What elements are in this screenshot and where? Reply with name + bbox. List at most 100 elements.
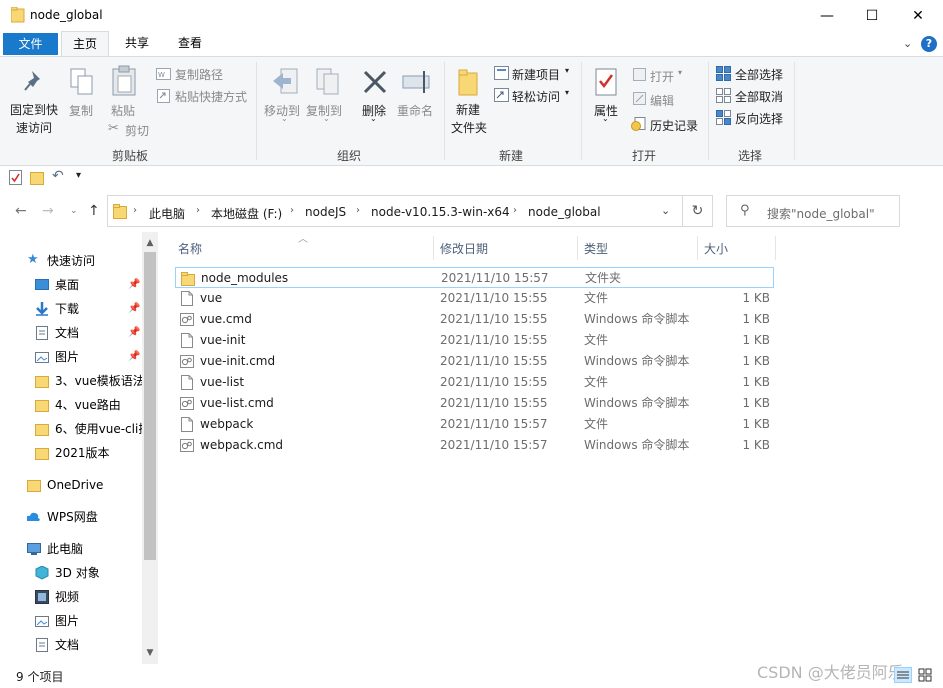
tab-view[interactable]: 查看 [167, 31, 213, 57]
paste-button[interactable]: 粘贴 [111, 102, 135, 119]
tab-share[interactable]: 共享 [114, 31, 160, 57]
table-row[interactable]: vue-list 2021/11/10 15:55 文件 1 KB [175, 372, 774, 393]
easy-access-button[interactable]: 轻松访问 [512, 88, 560, 105]
column-header-size[interactable]: 大小 [704, 240, 728, 257]
select-none-button[interactable]: 全部取消 [735, 88, 783, 105]
desktop-icon [35, 279, 49, 290]
nav-onedrive[interactable]: OneDrive [27, 474, 142, 496]
invert-selection-button[interactable]: 反向选择 [735, 110, 783, 127]
group-divider [444, 62, 445, 160]
up-icon[interactable]: ↑ [88, 203, 100, 219]
details-view-icon[interactable] [894, 667, 912, 683]
history-button[interactable]: 历史记录 [650, 117, 698, 134]
easy-access-dropdown-icon[interactable]: ▾ [565, 88, 569, 97]
group-divider [581, 62, 582, 160]
breadcrumb-node-dir[interactable]: node-v10.15.3-win-x64 [371, 205, 510, 219]
breadcrumb-separator-icon[interactable]: › [196, 205, 200, 216]
table-row[interactable]: node_modules 2021/11/10 15:57 文件夹 [175, 267, 774, 288]
large-icons-view-icon[interactable] [916, 667, 934, 683]
undo-icon[interactable]: ↶ [52, 168, 64, 184]
help-icon[interactable]: ? [921, 36, 937, 52]
column-divider[interactable] [775, 236, 776, 260]
nav-quick-access[interactable]: ★ 快速访问 [27, 250, 142, 272]
recent-locations-icon[interactable]: ⌄ [70, 206, 78, 216]
new-item-dropdown-icon[interactable]: ▾ [565, 66, 569, 75]
scroll-up-icon[interactable]: ▲ [142, 238, 158, 248]
properties-dropdown-icon[interactable]: ⌄ [602, 114, 609, 123]
address-history-dropdown-icon[interactable]: ⌄ [661, 204, 670, 217]
scrollbar-thumb[interactable] [144, 252, 156, 560]
column-header-name[interactable]: 名称 [178, 240, 202, 257]
rename-button[interactable]: 重命名 [397, 102, 433, 119]
copy-button[interactable]: 复制 [69, 102, 93, 119]
address-bar[interactable]: › 此电脑 › 本地磁盘 (F:) › nodeJS › node-v10.15… [107, 195, 683, 227]
breadcrumb-separator-icon[interactable]: › [133, 205, 137, 216]
nav-this-pc[interactable]: 此电脑 [27, 538, 142, 560]
new-item-button[interactable]: 新建项目 [512, 66, 560, 83]
breadcrumb-drive[interactable]: 本地磁盘 (F:) [211, 205, 282, 222]
table-row[interactable]: vue 2021/11/10 15:55 文件 1 KB [175, 288, 774, 309]
table-row[interactable]: vue-init 2021/11/10 15:55 文件 1 KB [175, 330, 774, 351]
nav-item-pictures[interactable]: 图片 [35, 610, 142, 632]
nav-item-folder[interactable]: 4、vue路由 [35, 394, 142, 416]
back-icon[interactable]: ← [15, 203, 27, 219]
nav-item-pictures[interactable]: 图片 📌 [35, 346, 142, 368]
search-input[interactable]: ⚲ 搜索"node_global" [726, 195, 900, 227]
nav-item-downloads[interactable]: 下载 📌 [35, 298, 142, 320]
column-divider[interactable] [433, 236, 434, 260]
paste-shortcut-button[interactable]: 粘贴快捷方式 [175, 88, 247, 105]
customize-toolbar-icon[interactable]: ▾ [76, 170, 81, 181]
file-type: Windows 命令脚本 [584, 396, 690, 410]
breadcrumb-separator-icon[interactable]: › [356, 205, 360, 216]
table-row[interactable]: vue.cmd 2021/11/10 15:55 Windows 命令脚本 1 KB [175, 309, 774, 330]
nav-wps-drive[interactable]: WPS网盘 [27, 506, 142, 528]
delete-dropdown-icon[interactable]: ⌄ [370, 114, 377, 123]
properties-icon[interactable] [9, 170, 22, 185]
nav-item-folder[interactable]: 6、使用vue-cli搭 [35, 418, 142, 440]
close-button[interactable]: ✕ [895, 0, 941, 31]
minimize-button[interactable]: — [804, 0, 850, 31]
select-all-button[interactable]: 全部选择 [735, 66, 783, 83]
move-to-dropdown-icon[interactable]: ⌄ [281, 114, 288, 123]
nav-item-videos[interactable]: 视频 [35, 586, 142, 608]
copy-path-button[interactable]: 复制路径 [175, 66, 223, 83]
table-row[interactable]: vue-init.cmd 2021/11/10 15:55 Windows 命令脚本… [175, 351, 774, 372]
copy-to-dropdown-icon[interactable]: ⌄ [323, 114, 330, 123]
ribbon-collapse-icon[interactable]: ⌄ [903, 37, 912, 50]
nav-item-3d-objects[interactable]: 3D 对象 [35, 562, 142, 584]
open-dropdown-icon[interactable]: ▾ [678, 68, 682, 77]
folder-icon [35, 424, 49, 436]
scroll-down-icon[interactable]: ▼ [142, 648, 158, 658]
breadcrumb-this-pc[interactable]: 此电脑 [149, 205, 185, 222]
column-header-type[interactable]: 类型 [584, 240, 608, 257]
tab-home[interactable]: 主页 [61, 31, 109, 57]
nav-item-folder[interactable]: 2021版本 [35, 442, 142, 464]
tab-file[interactable]: 文件 [3, 33, 58, 55]
nav-item-documents[interactable]: 文档 📌 [35, 322, 142, 344]
nav-item-documents[interactable]: 文档 [35, 634, 142, 656]
table-row[interactable]: vue-list.cmd 2021/11/10 15:55 Windows 命令脚本… [175, 393, 774, 414]
column-divider[interactable] [577, 236, 578, 260]
breadcrumb-node-global[interactable]: node_global [528, 205, 601, 219]
nav-item-desktop[interactable]: 桌面 📌 [35, 274, 142, 296]
column-divider[interactable] [697, 236, 698, 260]
nav-label: 3D 对象 [55, 566, 100, 580]
edit-button[interactable]: 编辑 [650, 92, 674, 109]
new-folder-icon[interactable] [30, 170, 44, 185]
file-type: 文件 [584, 333, 609, 347]
file-size: 1 KB [742, 396, 770, 410]
nav-item-folder[interactable]: 3、vue模板语法 [35, 370, 142, 392]
breadcrumb-separator-icon[interactable]: › [290, 205, 294, 216]
cut-button[interactable]: 剪切 [125, 122, 149, 139]
table-row[interactable]: webpack 2021/11/10 15:57 文件 1 KB [175, 414, 774, 435]
refresh-icon[interactable]: ↻ [683, 195, 713, 227]
forward-icon[interactable]: → [42, 203, 54, 219]
table-row[interactable]: webpack.cmd 2021/11/10 15:57 Windows 命令脚本 1… [175, 435, 774, 456]
column-header-date[interactable]: 修改日期 [440, 240, 488, 257]
cmd-script-icon [180, 439, 194, 452]
maximize-button[interactable]: ☐ [849, 0, 895, 31]
breadcrumb-separator-icon[interactable]: › [513, 205, 517, 216]
open-button[interactable]: 打开 [650, 68, 674, 85]
breadcrumb-nodejs[interactable]: nodeJS [305, 205, 346, 219]
nav-pane-scrollbar[interactable]: ▲ ▼ [142, 232, 158, 664]
